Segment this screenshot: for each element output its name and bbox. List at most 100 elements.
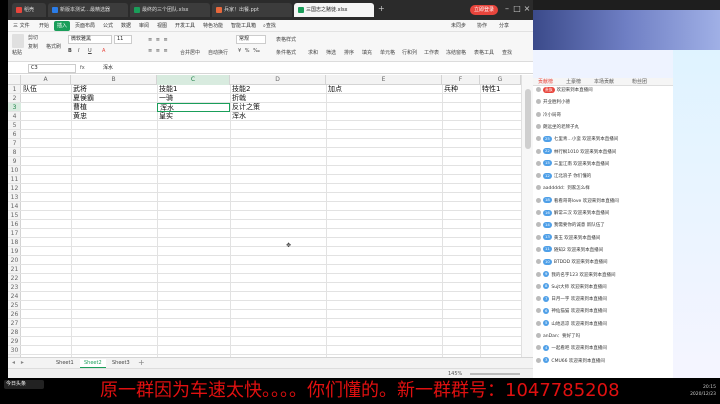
copy-button[interactable]: 复制: [28, 43, 38, 52]
column-header[interactable]: F: [442, 75, 480, 85]
cell-F1[interactable]: 兵种: [442, 85, 480, 94]
row-header[interactable]: 25: [8, 301, 21, 310]
column-header[interactable]: E: [326, 75, 442, 85]
tab-contribution[interactable]: 贡献榜: [535, 78, 556, 86]
sheet-nav-icons[interactable]: ◂ ▸: [12, 359, 26, 366]
tab-session[interactable]: 本场贡献: [591, 78, 617, 86]
row-header[interactable]: 28: [8, 328, 21, 337]
cell-C4[interactable]: 皇实: [157, 112, 230, 121]
row-header[interactable]: 16: [8, 220, 21, 229]
cut-button[interactable]: 剪切: [28, 34, 38, 43]
number-format-icons[interactable]: ¥ % ‰: [238, 47, 261, 56]
menu-home[interactable]: 开始: [36, 21, 52, 31]
minimize-icon[interactable]: –: [502, 4, 512, 14]
row-header[interactable]: 22: [8, 274, 21, 283]
menu-formula[interactable]: 公式: [100, 21, 116, 31]
row-header[interactable]: 30: [8, 346, 21, 355]
row-header[interactable]: 12: [8, 184, 21, 193]
row-header[interactable]: 4: [8, 112, 21, 121]
menu-insert[interactable]: 插入: [54, 21, 71, 31]
add-sheet-icon[interactable]: +: [138, 358, 145, 367]
tab-docer[interactable]: 稻壳: [12, 3, 46, 17]
row-header[interactable]: 20: [8, 256, 21, 265]
chat-message[interactable]: 13 黄玉 欢迎来到本直播间: [536, 234, 672, 244]
chat-message[interactable]: 贵族 欢迎来到本直播间: [536, 86, 672, 96]
row-header[interactable]: 5: [8, 121, 21, 130]
tab-rich[interactable]: 土豪榜: [563, 78, 584, 86]
menu-review[interactable]: 审阅: [136, 21, 152, 31]
sheet-tab-active[interactable]: Sheet2: [80, 359, 106, 368]
formula-input[interactable]: 浑水: [103, 64, 113, 73]
ad-column[interactable]: [673, 50, 720, 378]
row-header[interactable]: 24: [8, 292, 21, 301]
column-header[interactable]: G: [480, 75, 521, 85]
tab-doc-1[interactable]: 新版本测试…最精选器: [48, 3, 128, 17]
chat-message[interactable]: 14 我需要你的诚意 新队伍了: [536, 221, 672, 231]
sum-button[interactable]: 求和: [308, 49, 318, 58]
cell-B2[interactable]: 夏侯霸: [71, 94, 157, 103]
select-all-corner[interactable]: [8, 75, 21, 85]
chat-message[interactable]: 10 BTDDD 欢迎来到本直播间: [536, 258, 672, 268]
cell-B1[interactable]: 武将: [71, 85, 157, 94]
row-header[interactable]: 21: [8, 265, 21, 274]
chat-message[interactable]: 开业胜利小德: [536, 98, 672, 108]
menu-page-layout[interactable]: 页面布局: [72, 21, 98, 31]
row-header[interactable]: 29: [8, 337, 21, 346]
filter-button[interactable]: 筛选: [326, 49, 336, 58]
paste-button[interactable]: 粘贴: [12, 49, 22, 58]
cell-C2[interactable]: 一骑: [157, 94, 230, 103]
wrap-text-button[interactable]: 自动换行: [208, 49, 228, 58]
number-format-select[interactable]: 常规: [236, 35, 266, 44]
italic-icon[interactable]: I: [78, 47, 79, 56]
scrollbar-thumb[interactable]: [525, 89, 531, 149]
font-size-select[interactable]: 11: [114, 35, 132, 44]
login-button[interactable]: 立即登录: [470, 5, 499, 15]
merge-center-button[interactable]: 合并居中: [180, 49, 200, 58]
fill-button[interactable]: 填充: [362, 49, 372, 58]
sort-button[interactable]: 排序: [344, 49, 354, 58]
cell-D3[interactable]: 反计之策: [230, 103, 326, 112]
menu-data[interactable]: 数据: [118, 21, 134, 31]
chat-message[interactable]: 9 我的名字123 欢迎来到本直播间: [536, 271, 672, 281]
chat-message[interactable]: 12 江北浪子 你们懂的: [536, 172, 672, 182]
menu-file[interactable]: 三 文件: [10, 21, 33, 31]
align-icons[interactable]: ≡ ≡ ≡: [148, 36, 169, 45]
freeze-panes-button[interactable]: 冻结窗格: [446, 49, 466, 58]
row-header[interactable]: 9: [8, 157, 21, 166]
name-box[interactable]: C3: [28, 64, 76, 73]
row-header[interactable]: 11: [8, 175, 21, 184]
row-header[interactable]: 2: [8, 94, 21, 103]
cell-E1[interactable]: 加点: [326, 85, 442, 94]
tray-app-label[interactable]: 今日头条: [4, 380, 44, 389]
bold-icon[interactable]: B: [68, 47, 72, 56]
sheet-button[interactable]: 工作表: [424, 49, 439, 58]
row-header[interactable]: 10: [8, 166, 21, 175]
cell-grid[interactable]: 队伍 武将 技能1 技能2 加点 兵种 特性1 夏侯霸 一骑 折戟 曹植 浑水 …: [21, 85, 521, 357]
table-tools-button[interactable]: 表格工具: [474, 49, 494, 58]
menu-view[interactable]: 视图: [154, 21, 170, 31]
row-col-button[interactable]: 行和列: [402, 49, 417, 58]
chat-message[interactable]: 冷小局哥: [536, 111, 672, 121]
sheet-tab[interactable]: Sheet3: [108, 359, 134, 368]
cell-D2[interactable]: 折戟: [230, 94, 326, 103]
chat-message[interactable]: 3 CMU66 欢迎来到本直播间: [536, 357, 672, 367]
chat-message[interactable]: 7 日月一字 欢迎来到本直播间: [536, 295, 672, 305]
cell-B4[interactable]: 黄忠: [71, 112, 157, 121]
row-header[interactable]: 26: [8, 310, 21, 319]
tab-fans[interactable]: 粉丝团: [629, 78, 650, 86]
chat-message[interactable]: 4 一起看吧 欢迎来到本直播间: [536, 344, 672, 354]
chat-message[interactable]: anDan：要好了吗: [536, 332, 672, 342]
chat-message[interactable]: 15 三里江南 欢迎来到本直播间: [536, 160, 672, 170]
paste-icon[interactable]: [12, 34, 24, 48]
cell-G1[interactable]: 特性1: [480, 85, 521, 94]
row-header[interactable]: 15: [8, 211, 21, 220]
new-tab-icon[interactable]: +: [378, 4, 385, 13]
row-header[interactable]: 1: [8, 85, 21, 94]
cell-D4[interactable]: 浑水: [230, 112, 326, 121]
chat-message-list[interactable]: 贵族 欢迎来到本直播间 开业胜利小德 冷小局哥 朗远坐的老牌子丸 25 七里青…小蛮 欢迎来…: [533, 86, 673, 378]
chat-message[interactable]: 18 看看哥哥love 欢迎来到本直播间: [536, 197, 672, 207]
menu-features[interactable]: 特色功能: [200, 21, 226, 31]
find-button[interactable]: 查找: [502, 49, 512, 58]
row-header[interactable]: 19: [8, 247, 21, 256]
tab-doc-active[interactable]: 三国志之赌徒.xlsx: [294, 3, 374, 17]
